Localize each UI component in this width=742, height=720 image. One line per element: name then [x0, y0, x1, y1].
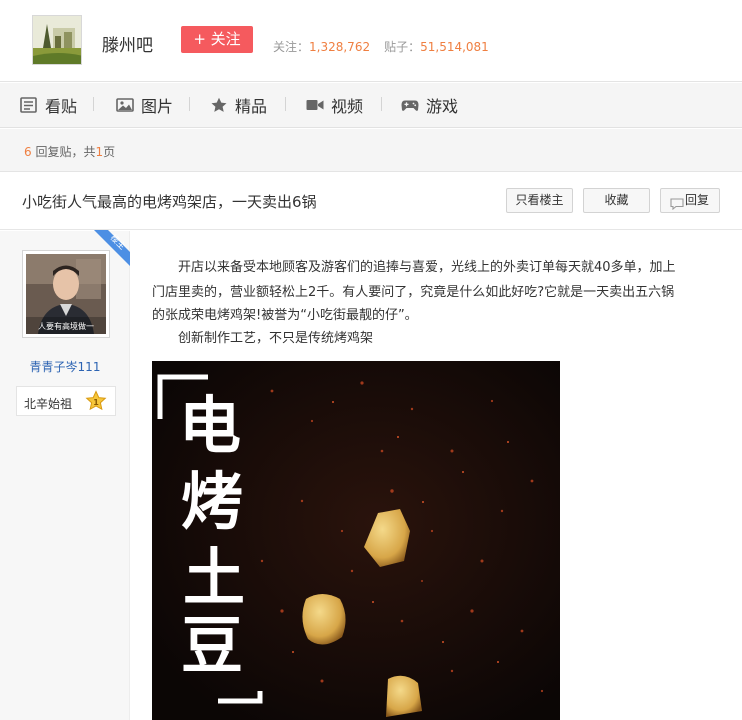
posts-count: 51,514,081: [420, 40, 489, 54]
post-paragraph-line: 门店里卖的，营业额轻松上2千。有人要问了，究竟是什么如此好吃?它就是一天卖出五六…: [152, 285, 675, 300]
comment-icon: [670, 195, 684, 211]
page-suffix: 页: [103, 145, 116, 159]
reply-button-label: 回复: [684, 193, 709, 207]
post-image[interactable]: 电 烤 土 豆: [152, 361, 560, 720]
tab-games[interactable]: 游戏: [401, 95, 459, 116]
tab-divider: [93, 97, 94, 111]
tab-video[interactable]: 视频: [306, 95, 364, 116]
posts-label: 贴子：: [384, 40, 421, 54]
follow-button[interactable]: + 关注: [181, 26, 253, 53]
tab-divider: [285, 97, 286, 111]
forum-header: 滕州吧 + 关注 关注：1,328,762 贴子：51,514,081: [0, 0, 742, 82]
reply-suffix: 回复贴，共: [31, 145, 96, 159]
author-name[interactable]: 青青子岑111: [0, 358, 130, 375]
gamepad-icon: [401, 97, 419, 113]
followers-label: 关注：: [273, 40, 310, 54]
image-caption-char: 电: [179, 389, 241, 462]
level-number: 1: [93, 398, 99, 407]
tab-divider: [381, 97, 382, 111]
tab-divider: [189, 97, 190, 111]
tab-label: 精品: [235, 97, 268, 116]
image-caption-char: 土: [183, 541, 245, 614]
favorite-button[interactable]: 收藏: [583, 188, 650, 213]
level-badge[interactable]: 北辛始祖 1: [16, 386, 116, 416]
only-op-button[interactable]: 只看楼主: [506, 188, 573, 213]
reply-count: 6: [24, 145, 32, 159]
followers-count: 1,328,762: [309, 40, 371, 54]
tab-featured[interactable]: 精品: [210, 95, 268, 116]
op-corner-tag: 楼主: [94, 230, 130, 266]
avatar-caption: 人要有高境做一: [38, 321, 94, 331]
posts-icon: [20, 97, 38, 113]
forum-logo[interactable]: [32, 15, 82, 65]
tab-label: 图片: [141, 97, 174, 116]
reply-info-bar: 6 回复贴，共1页: [0, 129, 742, 172]
level-star-icon: 1: [85, 390, 107, 412]
post-paragraph-line: 开店以来备受本地顾客及游客们的追捧与喜爱，光线上的外卖订单每天就40多单，加上: [178, 260, 676, 275]
thread-title: 小吃街人气最高的电烤鸡架店，一天卖出6锅: [22, 193, 317, 211]
forum-stats: 关注：1,328,762 贴子：51,514,081: [273, 38, 489, 55]
page-count: 1: [95, 145, 104, 159]
post-paragraph-line: 的张成荣电烤鸡架!被誉为“小吃街最靓的仔”。: [152, 308, 418, 323]
reply-button[interactable]: 回复: [660, 188, 720, 213]
level-name: 北辛始祖: [24, 397, 73, 411]
star-icon: [210, 97, 228, 113]
image-caption-char: 烤: [181, 465, 243, 538]
image-caption-char: 豆: [181, 609, 243, 682]
forum-name[interactable]: 滕州吧: [102, 31, 153, 56]
tab-posts[interactable]: 看贴: [20, 95, 78, 116]
tab-bar: [0, 83, 742, 128]
tab-label: 视频: [331, 97, 364, 116]
post-paragraph: 创新制作工艺，不只是传统烤鸡架: [178, 331, 374, 346]
reply-info: 6 回复贴，共1页: [24, 143, 115, 160]
tab-label: 看贴: [45, 97, 78, 116]
image-icon: [116, 97, 134, 113]
tab-images[interactable]: 图片: [116, 95, 174, 116]
video-icon: [306, 97, 324, 113]
tab-label: 游戏: [426, 97, 459, 116]
